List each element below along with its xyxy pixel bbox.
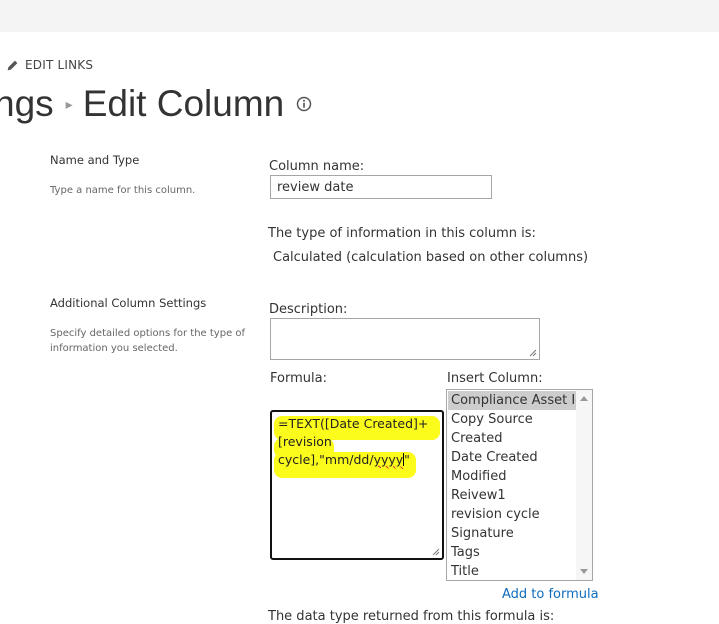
edit-links-button[interactable]: EDIT LINKS	[6, 58, 93, 72]
insert-column-listbox[interactable]: Compliance Asset Id Copy Source Created …	[446, 389, 593, 581]
formula-text: =TEXT([Date Created]+ [revision cycle],"…	[278, 415, 438, 469]
formula-label: Formula:	[270, 371, 327, 386]
spellcheck-word: yyyy	[373, 452, 404, 467]
list-item[interactable]: Signature	[448, 524, 576, 543]
scroll-down-icon[interactable]	[580, 569, 588, 574]
additional-section-title: Additional Column Settings	[50, 296, 207, 310]
list-item[interactable]: Title	[448, 562, 576, 580]
description-textarea[interactable]	[270, 318, 540, 360]
additional-section-desc: Specify detailed options for the type of…	[50, 328, 246, 354]
page-title: ngs ▸ Edit Column	[0, 78, 312, 130]
list-item[interactable]: Compliance Asset Id	[448, 391, 576, 410]
resize-grip-icon[interactable]	[529, 349, 537, 357]
formula-line: cycle],"mm/dd/yyyy"	[278, 452, 410, 467]
formula-textarea[interactable]: =TEXT([Date Created]+ [revision cycle],"…	[270, 410, 444, 560]
insert-column-label: Insert Column:	[447, 371, 543, 386]
pencil-icon	[7, 60, 18, 70]
add-to-formula-link[interactable]: Add to formula	[502, 587, 599, 602]
top-bar	[0, 0, 719, 32]
type-info-label: The type of information in this column i…	[268, 226, 536, 241]
list-item[interactable]: Reivew1	[448, 486, 576, 505]
description-label: Description:	[269, 302, 348, 317]
formula-line: [revision	[278, 434, 332, 449]
list-item[interactable]: Copy Source	[448, 410, 576, 429]
page-title-text: Edit Column	[82, 83, 285, 124]
formula-line: =TEXT([Date Created]+	[278, 416, 429, 431]
listbox-scrollbar[interactable]	[576, 390, 592, 580]
breadcrumb-parent[interactable]: ngs	[0, 83, 54, 125]
list-item[interactable]: Tags	[448, 543, 576, 562]
name-type-section-title: Name and Type	[50, 153, 140, 167]
column-name-label: Column name:	[269, 159, 365, 174]
scroll-up-icon[interactable]	[580, 396, 588, 401]
list-item[interactable]: Date Created	[448, 448, 576, 467]
info-icon[interactable]	[296, 96, 312, 112]
name-type-section-desc: Type a name for this column.	[50, 185, 196, 196]
column-name-input[interactable]	[270, 175, 492, 199]
edit-links-label: EDIT LINKS	[25, 58, 94, 72]
list-item[interactable]: Modified	[448, 467, 576, 486]
resize-grip-icon[interactable]	[432, 548, 440, 556]
type-value: Calculated (calculation based on other c…	[273, 250, 589, 265]
list-item[interactable]: Created	[448, 429, 576, 448]
breadcrumb-separator-icon: ▸	[65, 95, 73, 112]
insert-column-items: Compliance Asset Id Copy Source Created …	[448, 391, 576, 580]
list-item[interactable]: revision cycle	[448, 505, 576, 524]
